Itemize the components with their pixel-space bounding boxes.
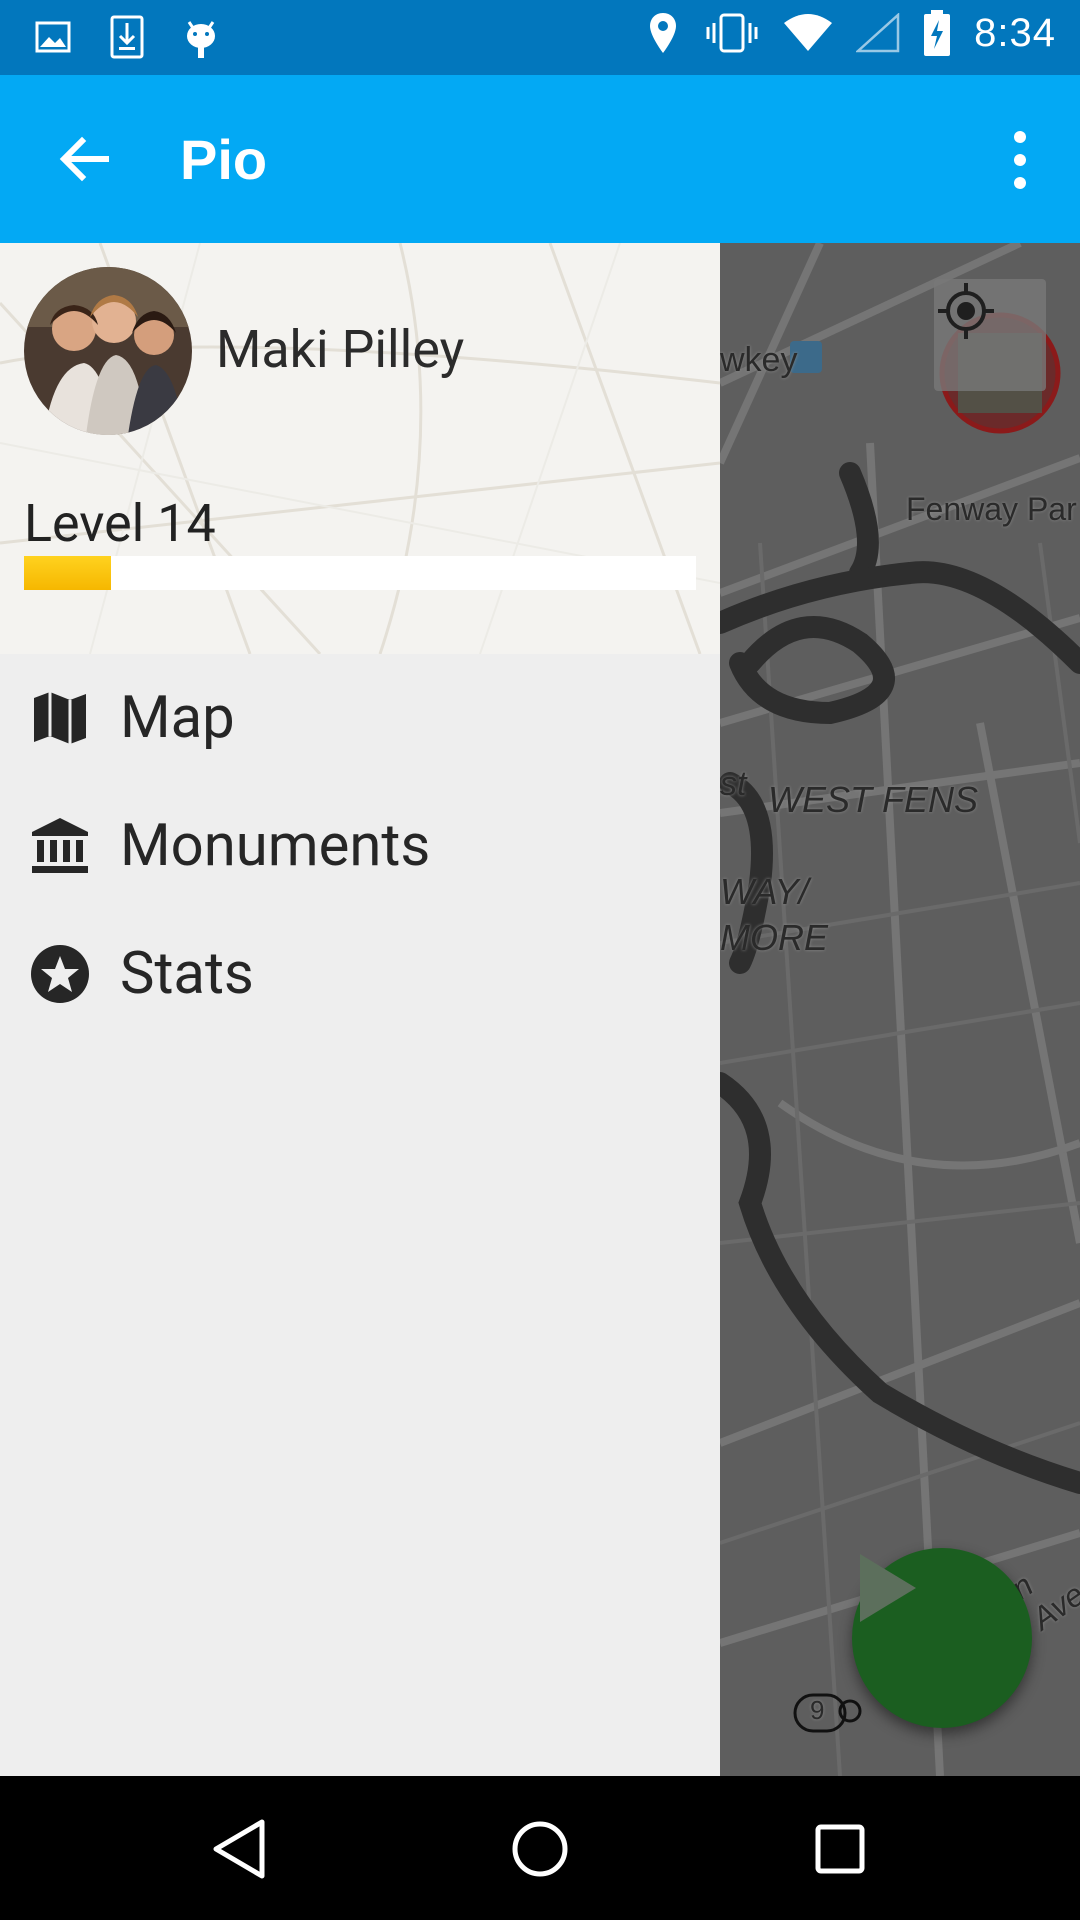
user-name: Maki Pilley	[216, 319, 465, 380]
nav-home-icon[interactable]	[505, 1814, 575, 1884]
menu-item-label: Monuments	[120, 812, 431, 880]
nav-recents-icon[interactable]	[805, 1814, 875, 1884]
drawer-scrim[interactable]	[720, 243, 1080, 1776]
menu-item-map[interactable]: Map	[0, 654, 720, 782]
level-progress-fill	[24, 556, 112, 590]
menu-item-label: Stats	[120, 940, 254, 1008]
location-icon	[644, 10, 682, 56]
signal-icon	[856, 10, 900, 56]
monument-icon	[28, 814, 92, 878]
app-title: Pio	[180, 128, 268, 191]
battery-charging-icon	[922, 10, 952, 56]
status-time: 8:34	[974, 10, 1056, 55]
menu-item-stats[interactable]: Stats	[0, 910, 720, 1038]
menu-item-label: Map	[120, 684, 235, 752]
navigation-drawer: Maki Pilley Level 14 Map Monuments Stats	[0, 243, 720, 1776]
app-bar: Pio	[0, 75, 1080, 243]
image-icon	[34, 14, 72, 60]
status-bar: 8:34	[0, 0, 1080, 75]
android-icon	[182, 14, 220, 60]
more-vert-icon[interactable]	[1000, 125, 1040, 195]
arrow-back-icon[interactable]	[52, 127, 116, 191]
download-icon	[108, 14, 146, 60]
system-nav-bar	[0, 1776, 1080, 1920]
level-progress-bar	[24, 556, 696, 590]
menu-item-monuments[interactable]: Monuments	[0, 782, 720, 910]
drawer-menu: Map Monuments Stats	[0, 654, 720, 1038]
vibrate-icon	[704, 10, 760, 56]
map-icon	[28, 686, 92, 750]
nav-back-icon[interactable]	[206, 1814, 276, 1884]
star-circle-icon	[28, 942, 92, 1006]
wifi-icon	[782, 10, 834, 56]
level-label: Level 14	[24, 493, 216, 554]
drawer-header: Maki Pilley Level 14	[0, 243, 720, 654]
avatar[interactable]	[24, 267, 192, 435]
